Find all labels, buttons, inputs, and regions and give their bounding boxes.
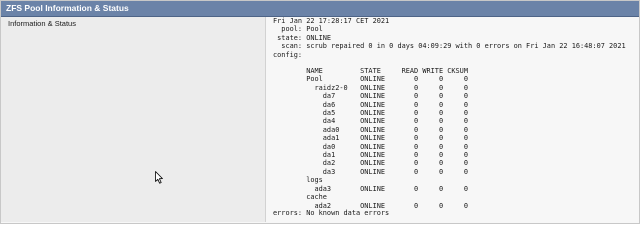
mouse-pointer-icon bbox=[155, 171, 163, 184]
info-status-label: Information & Status bbox=[8, 19, 76, 28]
panel-header: ZFS Pool Information & Status bbox=[1, 1, 639, 17]
zpool-status-output: Fri Jan 22 17:28:17 CET 2021 pool: Pool … bbox=[266, 17, 639, 222]
errors-line: errors: No known data errors bbox=[273, 209, 390, 217]
zfs-pool-status-panel: ZFS Pool Information & Status Informatio… bbox=[0, 0, 640, 224]
panel-title: ZFS Pool Information & Status bbox=[6, 3, 129, 13]
status-header-text: Fri Jan 22 17:28:17 CET 2021 pool: Pool … bbox=[273, 17, 626, 59]
info-label-cell: Information & Status bbox=[1, 17, 266, 222]
pool-config-table: NAME STATE READ WRITE CKSUM Pool ONLINE … bbox=[306, 67, 468, 210]
